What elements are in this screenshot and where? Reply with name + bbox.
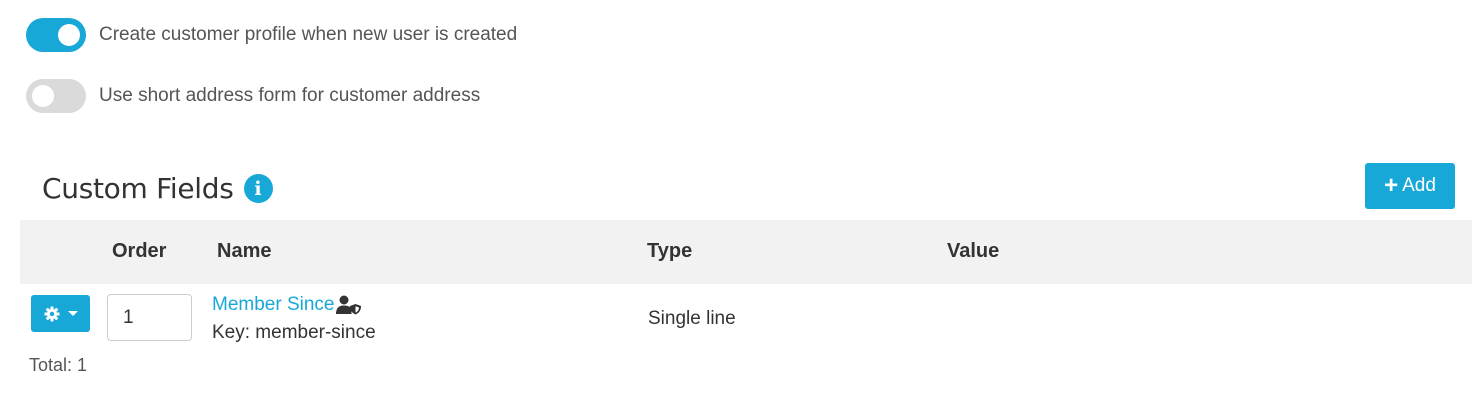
gear-icon bbox=[44, 306, 59, 321]
field-name-link[interactable]: Member Since bbox=[212, 294, 362, 316]
table-header: Order Name Type Value bbox=[20, 220, 1472, 284]
chevron-down-icon bbox=[67, 311, 78, 316]
short-address-label: Use short address form for customer addr… bbox=[99, 85, 481, 106]
field-type: Single line bbox=[648, 308, 736, 329]
user-shield-icon bbox=[335, 295, 361, 315]
short-address-toggle[interactable] bbox=[26, 79, 86, 113]
column-header-name[interactable]: Name bbox=[217, 240, 271, 263]
add-button-label: Add bbox=[1402, 175, 1436, 196]
field-key: Key: member-since bbox=[212, 322, 376, 343]
plus-icon: + bbox=[1384, 172, 1399, 199]
order-input[interactable] bbox=[107, 294, 192, 341]
create-profile-label: Create customer profile when new user is… bbox=[99, 24, 518, 45]
column-header-order[interactable]: Order bbox=[112, 240, 166, 263]
row-actions-button[interactable] bbox=[31, 295, 90, 332]
table-row: Member Since Key: member-since Single li… bbox=[20, 284, 1472, 348]
toggle-knob bbox=[58, 24, 80, 46]
section-title: Custom Fields bbox=[42, 172, 234, 205]
create-profile-toggle[interactable] bbox=[26, 18, 86, 52]
info-circle-icon[interactable]: i bbox=[243, 174, 273, 203]
create-profile-setting: Create customer profile when new user is… bbox=[26, 18, 517, 52]
add-button[interactable]: + Add bbox=[1365, 163, 1455, 209]
toggle-knob bbox=[32, 85, 54, 107]
total-count: Total: 1 bbox=[29, 355, 88, 375]
short-address-setting: Use short address form for customer addr… bbox=[26, 79, 480, 113]
column-header-type[interactable]: Type bbox=[647, 240, 692, 263]
field-name[interactable]: Member Since bbox=[212, 294, 335, 316]
column-header-value[interactable]: Value bbox=[947, 240, 999, 263]
custom-fields-heading: Custom Fields i bbox=[42, 172, 273, 205]
